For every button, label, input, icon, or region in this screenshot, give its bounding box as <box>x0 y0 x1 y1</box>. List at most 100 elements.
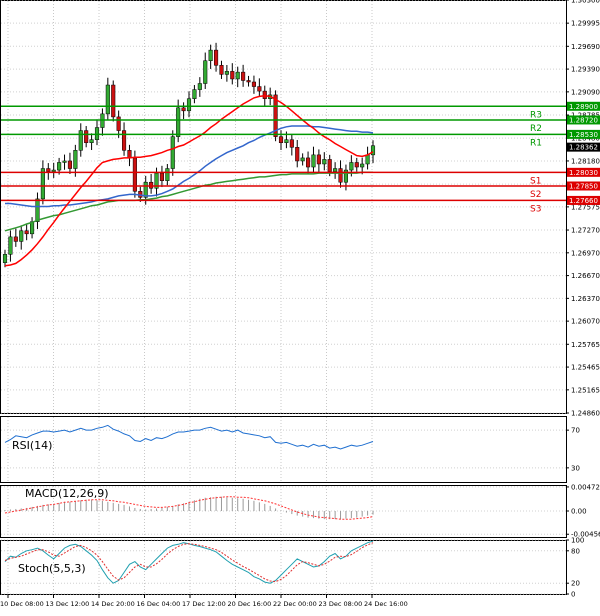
price-axis-tick-label: 1.30300 <box>571 0 600 5</box>
candle-bearish <box>13 236 18 242</box>
candle-bearish <box>251 81 256 87</box>
candle-bullish <box>2 254 8 263</box>
candle-bullish <box>224 71 229 75</box>
candle-bearish <box>214 49 219 66</box>
candle-bullish <box>370 145 376 156</box>
candle-bearish <box>111 84 116 118</box>
price-axis-tick-label: 1.27270 <box>571 227 600 235</box>
stoch-axis-tick-label: 80 <box>571 547 580 555</box>
time-axis-tick-label: 17 Dec 12:00 <box>182 600 226 608</box>
candle-bullish <box>349 162 354 171</box>
candle-bearish <box>122 130 127 151</box>
level-label-r3: R3 <box>530 110 542 120</box>
stoch-axis-tick-label: 0 <box>571 591 575 599</box>
chart-canvas: 1.30300 1.29995 1.29690 1.29390 1.29090 1.287… <box>0 0 600 608</box>
candle-bearish <box>84 130 89 143</box>
candle-bullish <box>170 136 175 169</box>
candle-bullish <box>284 139 289 143</box>
candle-bullish <box>203 60 208 84</box>
candle-bearish <box>327 159 332 172</box>
candle-bearish <box>149 181 154 189</box>
time-axis-tick-label: 16 Dec 04:00 <box>137 600 181 608</box>
time-axis-tick-label: 24 Dec 16:00 <box>364 600 408 608</box>
candle-bearish <box>354 162 359 168</box>
candle-bearish <box>116 116 121 131</box>
candle-bearish <box>230 71 235 80</box>
time-axis-tick-label: 20 Dec 16:00 <box>228 600 272 608</box>
candle-bullish <box>8 236 13 255</box>
price-axis-tick-label: 1.29690 <box>571 43 600 51</box>
candle-bearish <box>24 230 29 235</box>
candle-bullish <box>57 162 62 171</box>
price-axis-tick-label: 1.28180 <box>571 157 600 165</box>
candle-bullish <box>176 107 181 137</box>
candle-bullish <box>235 71 240 80</box>
candle-bearish <box>316 154 321 165</box>
candle-bullish <box>40 168 45 200</box>
macd-label: MACD(12,26,9) <box>25 487 109 500</box>
price-axis-tick-label: 1.26670 <box>571 272 600 280</box>
level-label-s2: S2 <box>530 190 541 200</box>
level-label-s3: S3 <box>530 204 541 214</box>
candle-bearish <box>338 168 343 183</box>
level-label-s1: S1 <box>530 176 541 186</box>
candle-bullish <box>192 89 197 99</box>
candle-bullish <box>89 139 94 143</box>
candle-bearish <box>127 150 132 159</box>
time-axis-tick-label: 13 Dec 12:00 <box>46 600 90 608</box>
moving-average-green-line <box>4 171 373 232</box>
price-axis-tick-label: 1.26970 <box>571 249 600 257</box>
price-axis-tick-label: 1.24860 <box>571 410 600 418</box>
candle-bullish <box>35 198 40 222</box>
time-axis-tick-label: 23 Dec 08:00 <box>319 600 363 608</box>
candle-bearish <box>219 65 224 75</box>
level-label-r1: R1 <box>530 138 542 148</box>
forex-chart: 1.30300 1.29995 1.29690 1.29390 1.29090 1.287… <box>0 0 600 612</box>
price-axis-tick-label: 1.25465 <box>571 364 600 372</box>
candle-bullish <box>311 154 316 168</box>
rsi-line <box>4 424 374 450</box>
time-axis-tick-label: 14 Dec 20:00 <box>91 600 135 608</box>
price-axis-tick-label: 1.25165 <box>571 386 600 394</box>
price-axis-tick-label: 1.29090 <box>571 88 600 96</box>
time-axis-tick-label: 10 Dec 08:00 <box>0 600 44 608</box>
price-axis-tick-label: 1.29390 <box>571 66 600 74</box>
candle-bullish <box>51 169 56 172</box>
candle-bullish <box>19 230 24 242</box>
candle-bearish <box>181 107 186 112</box>
candle-bearish <box>246 80 251 83</box>
candle-bearish <box>67 160 72 169</box>
candle-bearish <box>289 139 294 148</box>
price-axis-tick-label: 1.29995 <box>571 20 600 28</box>
moving-average-red-line <box>4 94 374 267</box>
price-axis-tick-label: 1.26070 <box>571 318 600 326</box>
candle-bullish <box>322 159 327 165</box>
candle-bullish <box>333 168 338 172</box>
price-axis-tick-label: 1.25765 <box>571 341 600 349</box>
level-label-r2: R2 <box>530 124 542 134</box>
price-axis-tick-label: 1.26370 <box>571 295 600 303</box>
candle-bearish <box>306 157 311 168</box>
stoch-axis-tick-label: 20 <box>571 580 580 588</box>
candle-bullish <box>208 49 213 61</box>
candle-bullish <box>105 84 110 115</box>
macd-axis-tick-label: 0.00 <box>571 508 587 516</box>
candle-bullish <box>197 83 202 90</box>
candle-bullish <box>165 168 170 181</box>
candle-bullish <box>100 113 105 128</box>
stoch-axis-tick-label: 100 <box>571 537 584 545</box>
level-price-tag-label: 1.28720 <box>569 116 598 124</box>
candle-bearish <box>159 172 164 181</box>
candle-bullish <box>300 157 305 162</box>
rsi-axis-tick-label: 70 <box>571 427 580 435</box>
macd-axis-tick-label: 0.00472 <box>571 483 600 491</box>
level-price-tag-label: 1.28900 <box>569 103 598 111</box>
level-price-tag-label: 1.27850 <box>569 183 598 191</box>
candle-bullish <box>365 154 370 165</box>
stoch-label: Stoch(5,5,3) <box>18 562 86 575</box>
candle-bearish <box>262 90 267 99</box>
candle-bullish <box>78 130 83 151</box>
time-axis-tick-label: 22 Dec 00:00 <box>273 600 317 608</box>
current-price-label: 1.28362 <box>569 144 598 152</box>
panel-frame-rsi <box>0 416 567 483</box>
